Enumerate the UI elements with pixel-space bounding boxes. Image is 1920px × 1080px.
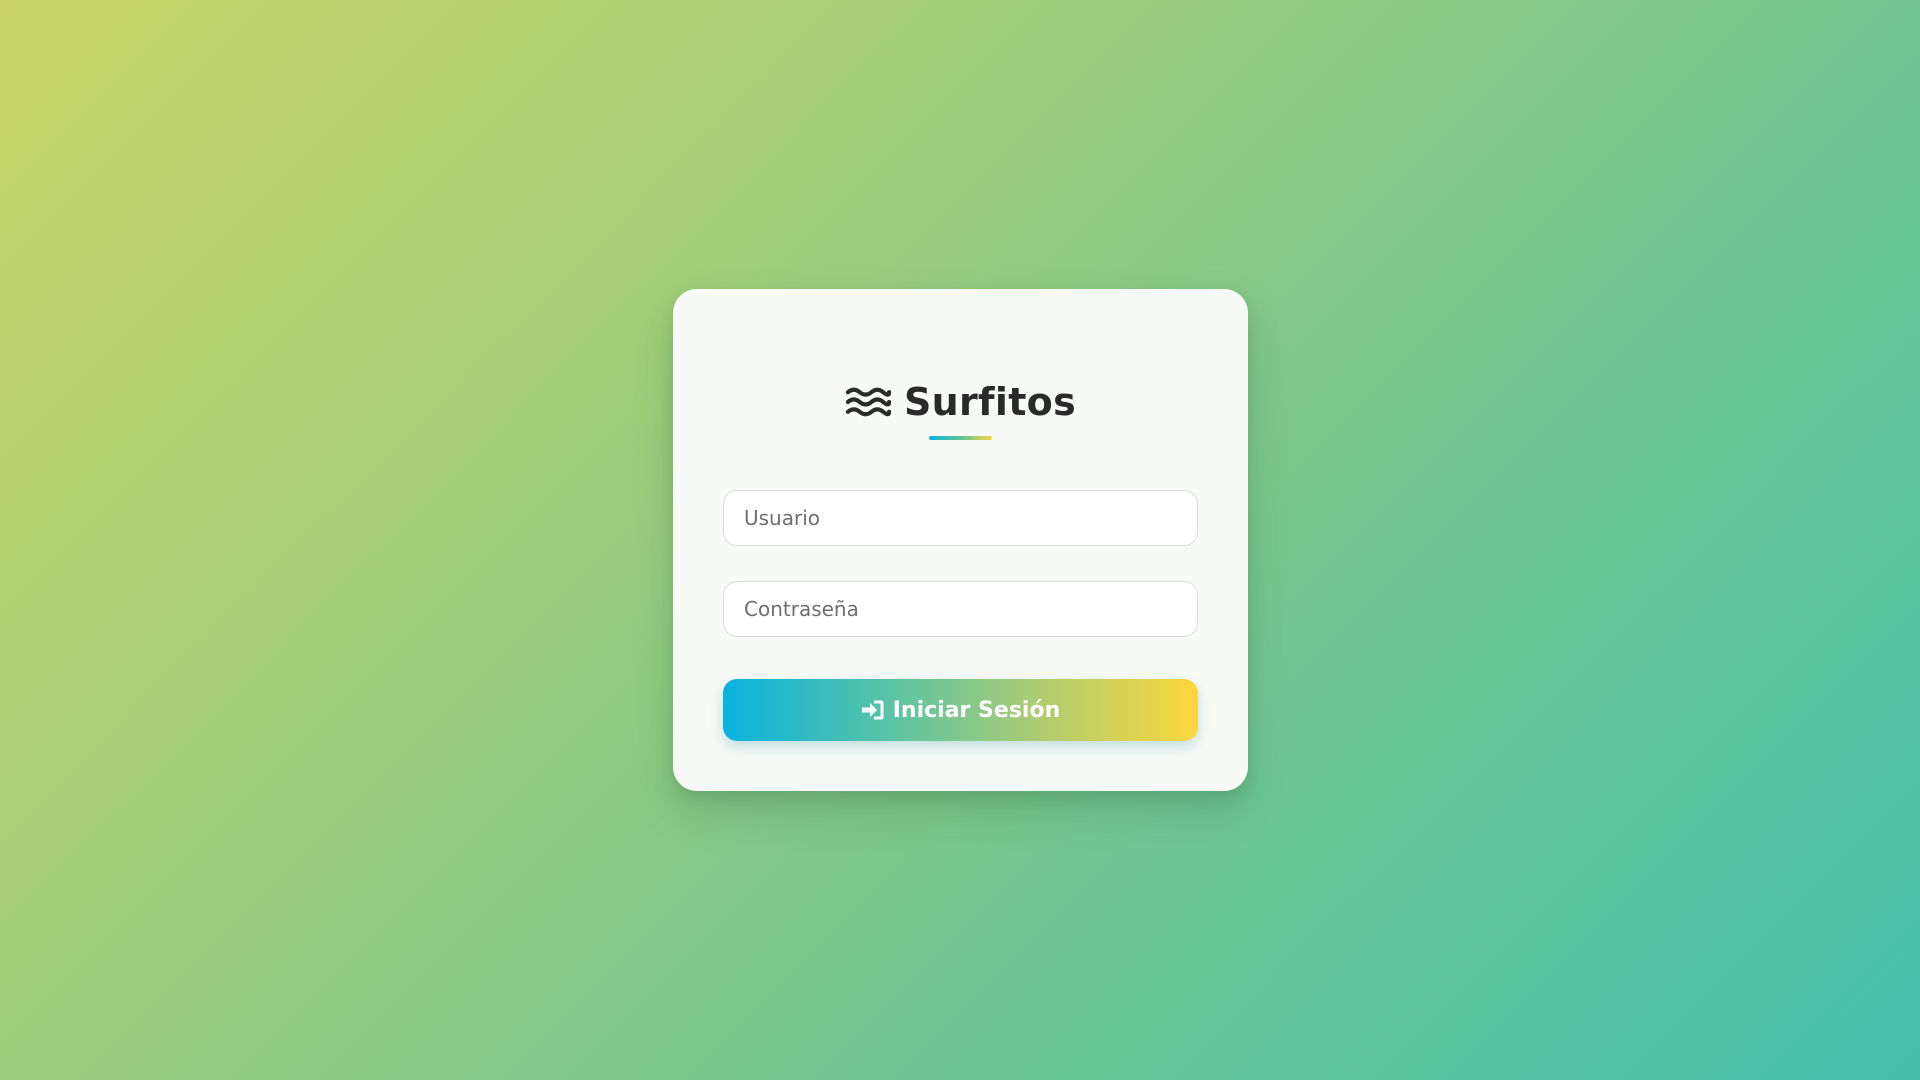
login-button-label: Iniciar Sesión: [892, 697, 1061, 723]
password-input[interactable]: [723, 581, 1198, 637]
title-underline: [929, 436, 992, 440]
app-title: Surfitos: [903, 380, 1076, 424]
login-button[interactable]: Iniciar Sesión: [723, 679, 1198, 741]
water-waves-icon: [845, 385, 892, 419]
login-card: Surfitos Iniciar Sesión: [673, 289, 1248, 791]
brand-header: Surfitos: [673, 377, 1248, 427]
username-input[interactable]: [723, 490, 1198, 546]
sign-in-icon: [861, 699, 885, 721]
